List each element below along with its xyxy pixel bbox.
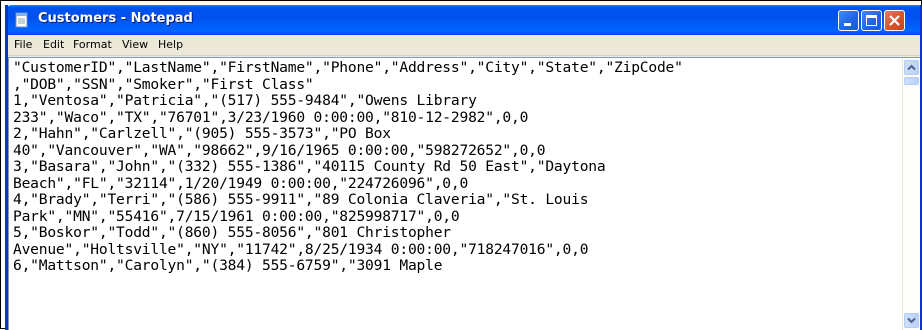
text-line: 3,"Basara","John","(332) 555-1386","4011…: [13, 158, 606, 175]
text-line: Park","MN","55416",7/15/1961 0:00:00,"82…: [13, 207, 460, 225]
menu-edit[interactable]: Edit: [43, 38, 64, 51]
close-icon: [889, 15, 900, 26]
document-text[interactable]: "CustomerID","LastName","FirstName","Pho…: [13, 60, 901, 328]
text-line: 1,"Ventosa","Patricia","(517) 555-9484",…: [13, 92, 477, 109]
close-button[interactable]: [884, 10, 905, 31]
menu-view[interactable]: View: [122, 38, 148, 51]
text-line: ,"DOB","SSN","Smoker","First Class": [13, 75, 314, 93]
text-line: 5,"Boskor","Todd","(860) 555-8056","801 …: [13, 224, 451, 241]
maximize-button[interactable]: [861, 10, 882, 31]
text-line: Beach","FL","32114",1/20/1949 0:00:00,"2…: [13, 174, 469, 192]
scroll-up-button[interactable]: [904, 60, 919, 75]
text-line: 4,"Brady","Terri","(586) 555-9911","89 C…: [13, 191, 589, 208]
text-line: "CustomerID","LastName","FirstName","Pho…: [13, 60, 683, 76]
scroll-down-button[interactable]: [904, 313, 919, 328]
menu-bar: File Edit Format View Help: [8, 35, 920, 56]
menu-help[interactable]: Help: [158, 38, 183, 51]
minimize-icon: [844, 23, 851, 26]
screenshot-frame: Customers - Notepad File Edit Format Vie…: [0, 0, 922, 330]
scrollbar-thumb[interactable]: [904, 77, 919, 85]
text-line: Avenue","Holtsville","NY","11742",8/25/1…: [13, 240, 589, 258]
maximize-icon: [866, 15, 877, 26]
notepad-icon[interactable]: [14, 12, 30, 28]
text-line: 233","Waco","TX","76701",3/23/1960 0:00:…: [13, 108, 529, 126]
text-line: 6,"Mattson","Carolyn","(384) 555-6759","…: [13, 257, 443, 274]
window-title: Customers - Notepad: [38, 11, 193, 26]
scroll-up-arrow-icon: [907, 64, 916, 71]
notepad-window: Customers - Notepad File Edit Format Vie…: [5, 5, 922, 330]
menu-file[interactable]: File: [14, 38, 32, 51]
menu-format[interactable]: Format: [73, 38, 112, 51]
minimize-button[interactable]: [838, 10, 859, 31]
text-line: 2,"Hahn","Carlzell","(905) 555-3573","PO…: [13, 125, 391, 142]
text-editor[interactable]: "CustomerID","LastName","FirstName","Pho…: [8, 57, 920, 330]
scroll-down-arrow-icon: [907, 317, 916, 324]
text-line: 40","Vancouver","WA","98662",9/16/1965 0…: [13, 141, 546, 159]
vertical-scrollbar[interactable]: [902, 58, 920, 330]
title-bar[interactable]: Customers - Notepad: [8, 5, 920, 35]
